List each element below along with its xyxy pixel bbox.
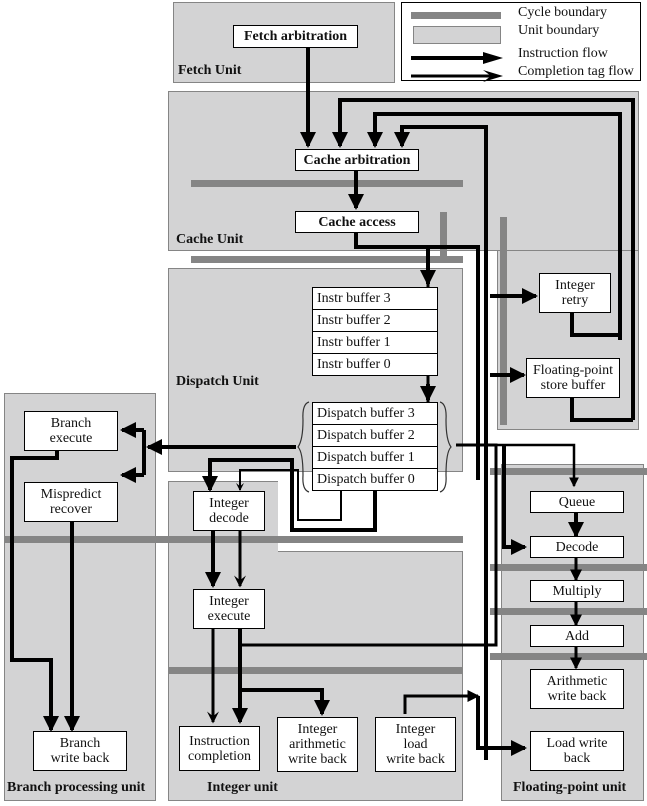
integer-decode-block: Integer decode	[193, 491, 265, 531]
integer-execute-line2: execute	[207, 609, 251, 624]
legend-cycle-label: Cycle boundary	[518, 5, 608, 20]
instruction-completion-block: Instruction completion	[179, 726, 260, 771]
cache-arbitration-block: Cache arbitration	[295, 149, 419, 171]
branch-execute-block: Branch execute	[24, 411, 118, 451]
fetch-unit-label: Fetch Unit	[178, 63, 242, 78]
dispatch-buffer-1: Dispatch buffer 1	[312, 446, 438, 469]
legend: Cycle boundary Unit boundary Instruction…	[401, 2, 641, 82]
fp-load-write-back-block: Load write back	[530, 731, 624, 771]
integer-arith-write-back-block: Integer arithmetic write back	[277, 717, 358, 772]
integer-execute-line1: Integer	[209, 594, 249, 609]
legend-completion-arrow-icon	[411, 70, 503, 82]
fp-arith-write-back-line2: write back	[547, 689, 607, 704]
fp-unit-label: Floating-point unit	[513, 780, 627, 795]
integer-retry-block: Integer retry	[539, 273, 611, 313]
mispredict-recover-line1: Mispredict	[40, 487, 102, 502]
branch-unit-label: Branch processing unit	[7, 780, 146, 795]
flow-to-fp-queue	[456, 443, 579, 488]
instr-buffer-2: Instr buffer 2	[312, 309, 438, 332]
fp-load-write-back-line1: Load write	[546, 736, 608, 751]
branch-write-back-line2: write back	[50, 751, 110, 766]
integer-retry-line2: retry	[561, 293, 589, 308]
fp-decode-block: Decode	[530, 536, 624, 558]
fp-arith-write-back-block: Arithmetic write back	[530, 669, 624, 709]
integer-arith-write-back-line2: arithmetic	[289, 737, 346, 752]
mispredict-recover-block: Mispredict recover	[24, 482, 118, 522]
fp-multiply-block: Multiply	[530, 580, 624, 602]
integer-arith-write-back-line1: Integer	[297, 722, 338, 737]
integer-load-write-back-line2: load	[403, 737, 428, 752]
fp-queue-block: Queue	[530, 491, 624, 513]
branch-write-back-block: Branch write back	[33, 731, 127, 771]
instruction-completion-line1: Instruction	[189, 733, 250, 749]
fp-add-block: Add	[530, 625, 624, 647]
fetch-arbitration-block: Fetch arbitration	[233, 25, 358, 48]
mispredict-recover-line2: recover	[50, 502, 92, 517]
legend-unit-label: Unit boundary	[518, 23, 600, 38]
fp-store-buffer-line1: Floating-point	[532, 363, 614, 378]
instr-buffer-0: Instr buffer 0	[312, 353, 438, 376]
integer-decode-line2: decode	[209, 511, 249, 526]
legend-completion-label: Completion tag flow	[518, 64, 634, 79]
branch-write-back-line1: Branch	[59, 736, 101, 751]
fp-store-buffer-block: Floating-point store buffer	[526, 358, 620, 398]
legend-instruction-arrow-icon	[411, 52, 503, 64]
branch-execute-line2: execute	[49, 431, 93, 446]
legend-cycle-swatch	[411, 12, 501, 19]
flow-to-fp-decode	[502, 445, 527, 555]
instr-buffer-1: Instr buffer 1	[312, 331, 438, 354]
fp-store-buffer-line2: store buffer	[540, 378, 606, 393]
dispatch-unit-label: Dispatch Unit	[176, 374, 259, 389]
integer-arith-write-back-line3: write back	[288, 752, 347, 767]
integer-retry-line1: Integer	[555, 278, 595, 293]
fp-arith-write-back-line1: Arithmetic	[546, 674, 608, 689]
integer-load-write-back-block: Integer load write back	[375, 717, 456, 772]
dispatch-buffer-2: Dispatch buffer 2	[312, 424, 438, 447]
fp-load-write-back-line2: back	[563, 751, 591, 766]
cache-unit-label: Cache Unit	[176, 232, 244, 247]
dispatch-buffer-0: Dispatch buffer 0	[312, 468, 438, 491]
integer-execute-block: Integer execute	[193, 589, 265, 629]
integer-load-write-back-line1: Integer	[395, 722, 436, 737]
instruction-completion-line2: completion	[188, 748, 251, 764]
dispatch-buffer-3: Dispatch buffer 3	[312, 402, 438, 425]
instr-buffer-3: Instr buffer 3	[312, 287, 438, 310]
integer-decode-line1: Integer	[209, 496, 249, 511]
integer-load-write-back-line3: write back	[386, 752, 445, 767]
cache-access-block: Cache access	[295, 211, 419, 233]
integer-unit-label: Integer unit	[207, 780, 278, 795]
legend-instruction-label: Instruction flow	[518, 46, 608, 61]
legend-unit-swatch	[413, 26, 501, 44]
branch-execute-line1: Branch	[50, 416, 92, 431]
